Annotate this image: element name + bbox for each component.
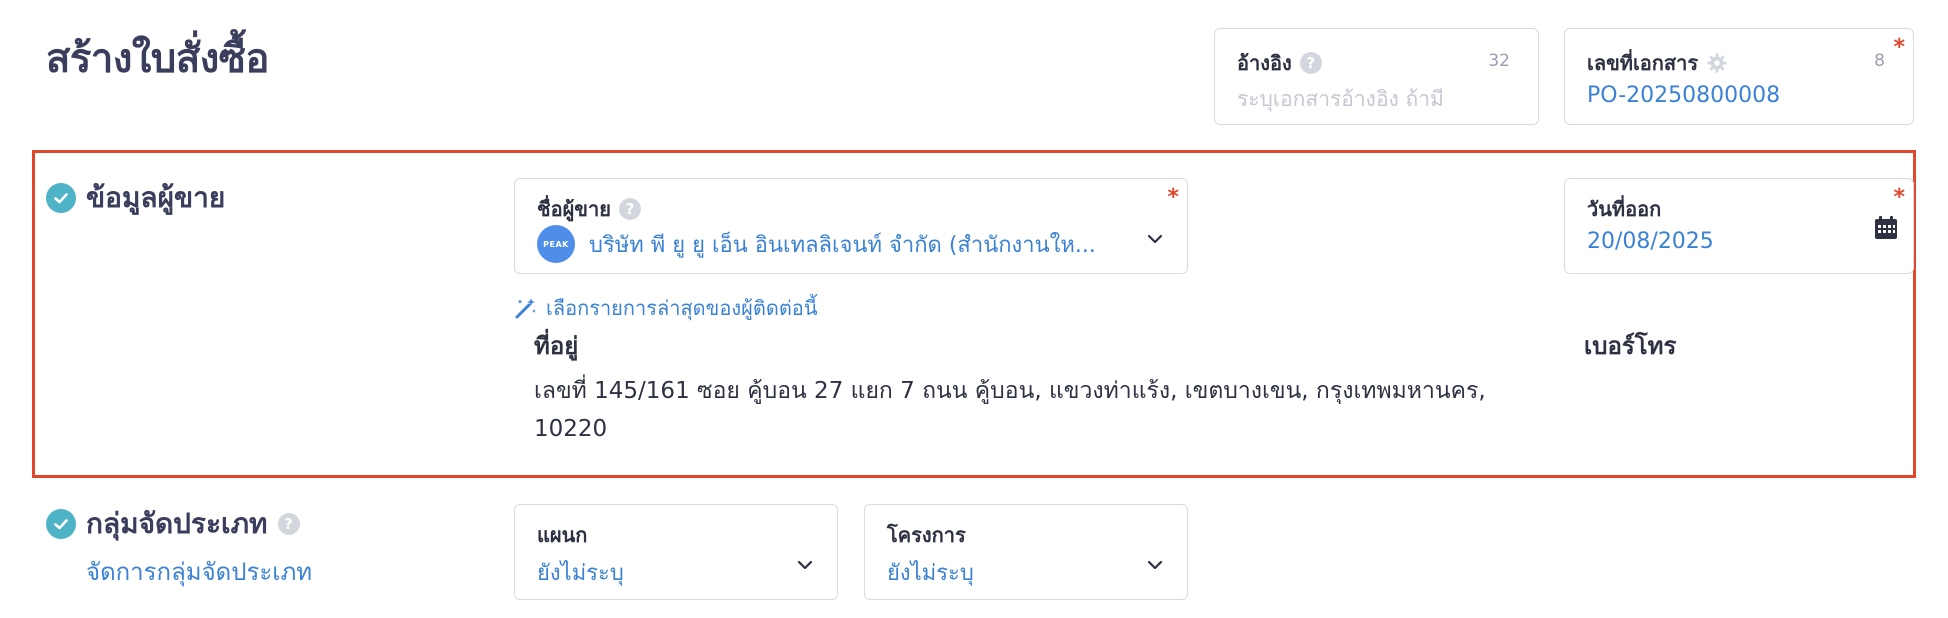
- issue-date-field[interactable]: วันที่ออก * 20/08/2025: [1564, 178, 1914, 274]
- vendor-name-select[interactable]: บริษัท พี ยู ยู เอ็น อินเทลลิเจนท์ จำกัด…: [589, 227, 1096, 262]
- page-title: สร้างใบสั่งซื้อ: [46, 36, 269, 82]
- required-marker: *: [1167, 185, 1179, 210]
- vendor-section-label: ข้อมูลผู้ขาย: [86, 181, 226, 214]
- help-icon[interactable]: ?: [277, 513, 300, 535]
- magic-wand-icon: [515, 298, 536, 319]
- address-value: เลขที่ 145/161 ซอย คู้บอน 27 แยก 7 ถนน ค…: [534, 378, 1486, 442]
- project-label: โครงการ: [887, 523, 966, 547]
- chevron-down-icon[interactable]: [1145, 555, 1165, 575]
- gear-icon[interactable]: [1706, 52, 1728, 74]
- department-label: แผนก: [537, 523, 588, 547]
- vendor-name-value-row: PEAK บริษัท พี ยู ยู เอ็น อินเทลลิเจนท์ …: [537, 225, 1117, 263]
- check-icon: [46, 183, 76, 213]
- doc-number-field[interactable]: เลขที่เอกสาร 8 * PO-20250800008: [1564, 28, 1914, 125]
- issue-date-label: วันที่ออก: [1587, 197, 1662, 221]
- vendor-name-label: ชื่อผู้ขาย: [537, 197, 611, 221]
- calendar-icon[interactable]: [1873, 215, 1899, 241]
- chevron-down-icon[interactable]: [1145, 229, 1165, 249]
- required-marker: *: [1893, 35, 1905, 60]
- category-section-label: กลุ่มจัดประเภท: [86, 507, 268, 540]
- doc-number-label-wrap: เลขที่เอกสาร: [1587, 47, 1728, 79]
- issue-date-input[interactable]: 20/08/2025: [1587, 229, 1714, 254]
- chevron-down-icon[interactable]: [795, 555, 815, 575]
- category-section-title: กลุ่มจัดประเภท ?: [46, 502, 300, 546]
- reference-input[interactable]: ระบุเอกสารอ้างอิง ถ้ามี: [1237, 83, 1444, 116]
- doc-number-label: เลขที่เอกสาร: [1587, 51, 1699, 75]
- required-marker: *: [1893, 185, 1905, 210]
- help-icon[interactable]: ?: [618, 198, 641, 220]
- vendor-name-field[interactable]: ชื่อผู้ขาย ? * PEAK บริษัท พี ยู ยู เอ็น…: [514, 178, 1188, 274]
- check-icon: [46, 509, 76, 539]
- reference-label: อ้างอิง: [1237, 51, 1292, 75]
- department-select[interactable]: ยังไม่ระบุ: [537, 555, 624, 590]
- recent-items-link-label: เลือกรายการล่าสุดของผู้ติดต่อนี้: [546, 296, 818, 320]
- doc-number-input[interactable]: PO-20250800008: [1587, 83, 1780, 108]
- recent-items-link[interactable]: เลือกรายการล่าสุดของผู้ติดต่อนี้: [514, 292, 817, 324]
- project-field[interactable]: โครงการ ยังไม่ระบุ: [864, 504, 1188, 600]
- address-label: ที่อยู่: [534, 332, 579, 360]
- reference-label-wrap: อ้างอิง ?: [1237, 47, 1322, 79]
- doc-number-char-count: 8: [1874, 51, 1885, 71]
- project-select[interactable]: ยังไม่ระบุ: [887, 555, 974, 590]
- manage-categories-link[interactable]: จัดการกลุ่มจัดประเภท: [86, 552, 312, 591]
- reference-field[interactable]: อ้างอิง ? 32 ระบุเอกสารอ้างอิง ถ้ามี: [1214, 28, 1539, 125]
- department-field[interactable]: แผนก ยังไม่ระบุ: [514, 504, 838, 600]
- help-icon[interactable]: ?: [1299, 52, 1322, 74]
- phone-label: เบอร์โทร: [1584, 332, 1677, 360]
- vendor-logo: PEAK: [537, 225, 575, 263]
- vendor-section-title: ข้อมูลผู้ขาย: [46, 176, 225, 220]
- vendor-name-label-wrap: ชื่อผู้ขาย ?: [537, 193, 641, 225]
- reference-char-count: 32: [1488, 51, 1510, 71]
